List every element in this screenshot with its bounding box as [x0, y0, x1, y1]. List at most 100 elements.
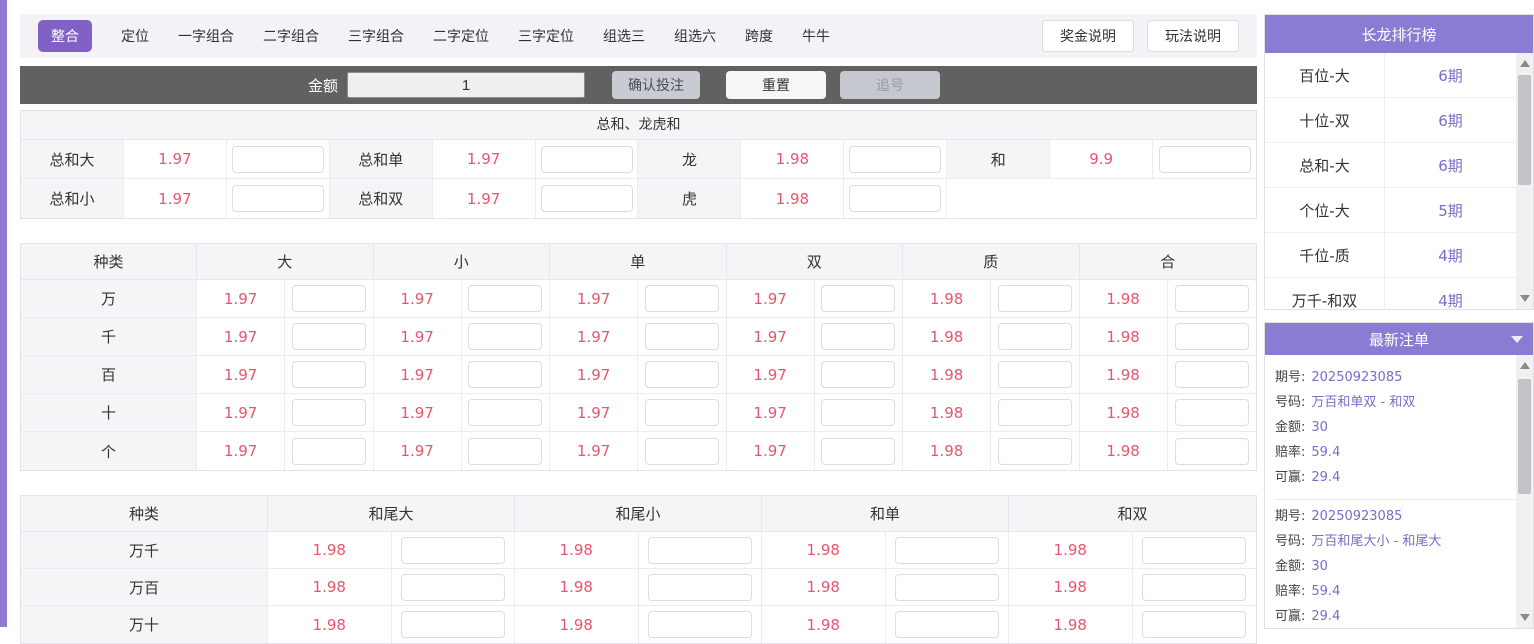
bet-amount-input[interactable]: [232, 146, 324, 173]
bet-amount-input[interactable]: [468, 285, 542, 312]
tab-跨度[interactable]: 跨度: [745, 26, 773, 46]
bet-amount-input[interactable]: [232, 185, 324, 212]
bet-amount-input[interactable]: [468, 399, 542, 426]
bet-amount-input[interactable]: [292, 285, 366, 312]
bet-amount-input[interactable]: [468, 323, 542, 350]
bet-amount-input[interactable]: [401, 611, 505, 638]
reset-button[interactable]: 重置: [726, 71, 826, 99]
scroll-up-icon[interactable]: [1516, 357, 1533, 374]
odds-value: 1.97: [124, 179, 227, 218]
odds-value: 1.97: [197, 280, 285, 318]
row-label: 万: [21, 280, 197, 318]
bet-amount-input[interactable]: [895, 537, 999, 564]
bet-amount-input[interactable]: [1175, 285, 1249, 312]
bet-amount-input[interactable]: [292, 361, 366, 388]
order-field-value: 29.4: [1311, 470, 1340, 485]
tab-整合[interactable]: 整合: [38, 20, 92, 52]
bet-amount-input[interactable]: [648, 611, 752, 638]
order-field-win: 可赢:29.4: [1275, 604, 1516, 628]
bet-amount-input[interactable]: [821, 399, 895, 426]
bet-amount-input[interactable]: [541, 185, 633, 212]
bet-input-cell: [844, 179, 947, 218]
bet-amount-input[interactable]: [468, 361, 542, 388]
bet-amount-input[interactable]: [1159, 146, 1251, 173]
order-field-value: 59.4: [1311, 584, 1340, 599]
amount-input[interactable]: [347, 72, 585, 98]
bet-amount-input[interactable]: [401, 537, 505, 564]
bet-amount-input[interactable]: [998, 438, 1072, 465]
bet-amount-input[interactable]: [1175, 399, 1249, 426]
bet-amount-input[interactable]: [1175, 438, 1249, 465]
bet-amount-input[interactable]: [998, 323, 1072, 350]
tab-二字组合[interactable]: 二字组合: [263, 26, 319, 46]
bet-amount-input[interactable]: [1175, 323, 1249, 350]
bet-amount-input[interactable]: [895, 574, 999, 601]
tab-三字定位[interactable]: 三字定位: [518, 26, 574, 46]
odds-value: 1.98: [1009, 569, 1133, 606]
odds-value: 1.98: [903, 356, 991, 394]
odds-value: 1.97: [727, 280, 815, 318]
bet-amount-input[interactable]: [645, 285, 719, 312]
orders-scrollbar-thumb[interactable]: [1518, 379, 1531, 494]
bet-amount-input[interactable]: [1142, 574, 1246, 601]
bet-amount-input[interactable]: [401, 574, 505, 601]
bet-amount-input[interactable]: [648, 574, 752, 601]
bet-amount-input[interactable]: [849, 146, 941, 173]
sum-row: 总和大1.97总和单1.97龙1.98和9.9: [21, 140, 1256, 179]
bet-amount-input[interactable]: [292, 399, 366, 426]
tab-组选三[interactable]: 组选三: [603, 26, 645, 46]
scroll-down-icon[interactable]: [1516, 609, 1533, 626]
scroll-down-icon[interactable]: [1516, 290, 1533, 307]
bet-option-label: 总和大: [21, 140, 124, 179]
bet-amount-input[interactable]: [292, 438, 366, 465]
bet-input-cell: [991, 394, 1079, 432]
tab-定位[interactable]: 定位: [121, 26, 149, 46]
rules-info-button[interactable]: 玩法说明: [1147, 20, 1239, 52]
odds-value: 1.98: [903, 280, 991, 318]
bet-amount-input[interactable]: [645, 323, 719, 350]
bet-amount-input[interactable]: [1142, 611, 1246, 638]
bet-amount-input[interactable]: [998, 399, 1072, 426]
order-field-label: 可赢:: [1275, 470, 1305, 485]
position-table-body: 万1.971.971.971.971.981.98千1.971.971.971.…: [21, 280, 1256, 470]
bet-amount-input[interactable]: [821, 438, 895, 465]
streak-count: 6期: [1385, 53, 1516, 97]
bet-amount-input[interactable]: [648, 537, 752, 564]
bet-amount-input[interactable]: [821, 323, 895, 350]
bet-amount-input[interactable]: [895, 611, 999, 638]
bet-amount-input[interactable]: [821, 361, 895, 388]
tab-三字组合[interactable]: 三字组合: [348, 26, 404, 46]
bet-amount-input[interactable]: [998, 285, 1072, 312]
bet-amount-input[interactable]: [849, 185, 941, 212]
confirm-bet-button[interactable]: 确认投注: [612, 71, 700, 99]
order-field-value: 59.4: [1311, 445, 1340, 460]
tab-牛牛[interactable]: 牛牛: [802, 26, 830, 46]
tab-组选六[interactable]: 组选六: [674, 26, 716, 46]
bet-input-cell: [462, 432, 550, 470]
prize-info-button[interactable]: 奖金说明: [1042, 20, 1134, 52]
bet-amount-input[interactable]: [1175, 361, 1249, 388]
bet-amount-input[interactable]: [645, 399, 719, 426]
bet-amount-input[interactable]: [998, 361, 1072, 388]
order-field-odds: 赔率:59.4: [1275, 440, 1516, 465]
dragon-scrollbar-thumb[interactable]: [1518, 75, 1531, 185]
bet-amount-input[interactable]: [1142, 537, 1246, 564]
bet-amount-input[interactable]: [645, 438, 719, 465]
bet-amount-input[interactable]: [541, 146, 633, 173]
tab-一字组合[interactable]: 一字组合: [178, 26, 234, 46]
bet-input-cell: [285, 318, 373, 356]
bet-amount-input[interactable]: [292, 323, 366, 350]
dragon-ranking-panel: 长龙排行榜 百位-大6期十位-双6期总和-大6期个位-大5期千位-质4期万千-和…: [1264, 14, 1534, 310]
bet-amount-input[interactable]: [821, 285, 895, 312]
scroll-up-icon[interactable]: [1516, 55, 1533, 72]
chase-number-button[interactable]: 追号: [840, 71, 940, 99]
bet-amount-input[interactable]: [468, 438, 542, 465]
streak-count: 6期: [1385, 98, 1516, 142]
tab-二字定位[interactable]: 二字定位: [433, 26, 489, 46]
bet-amount-input[interactable]: [645, 361, 719, 388]
odds-value: 1.97: [433, 179, 536, 218]
collapse-chevron-icon[interactable]: [1511, 336, 1523, 343]
orders-scrollbar[interactable]: [1516, 355, 1533, 628]
dragon-scrollbar[interactable]: [1516, 53, 1533, 309]
odds-value: 1.97: [374, 318, 462, 356]
